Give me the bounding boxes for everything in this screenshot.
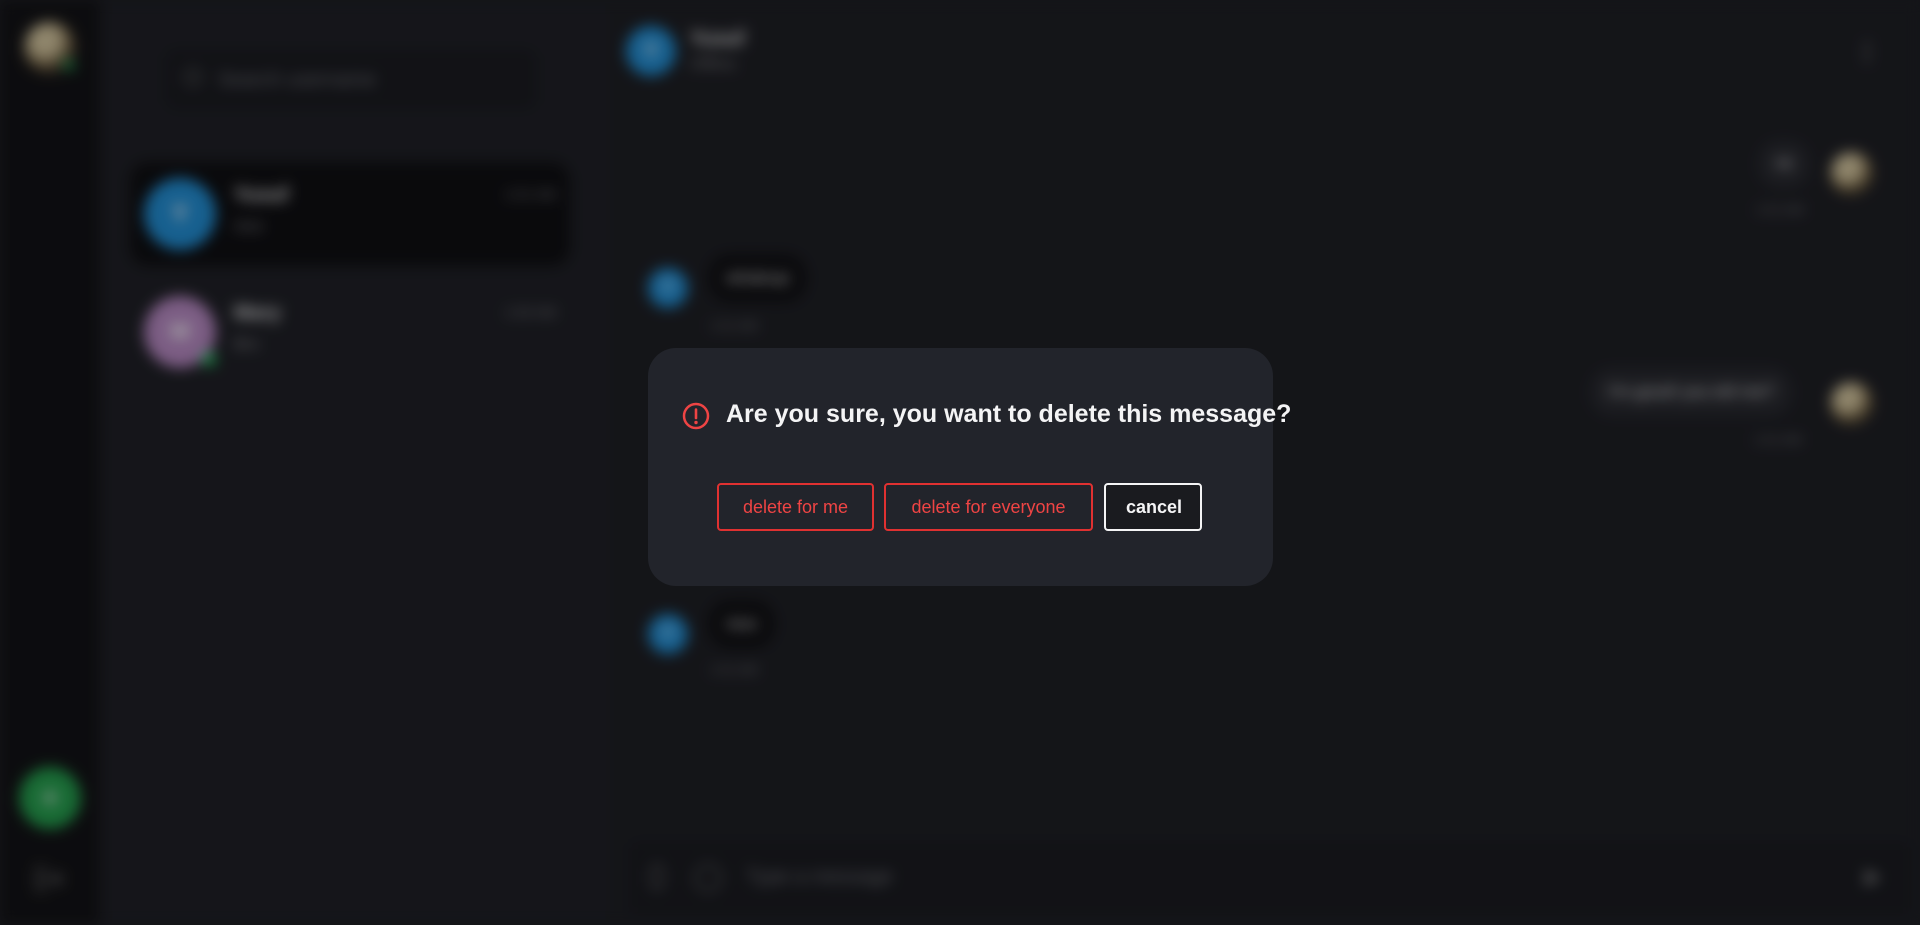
cancel-button[interactable]: cancel [1104, 483, 1202, 531]
alert-circle-icon [682, 402, 710, 430]
delete-for-everyone-button[interactable]: delete for everyone [884, 483, 1093, 531]
delete-confirm-dialog: Are you sure, you want to delete this me… [648, 348, 1291, 586]
delete-for-me-button[interactable]: delete for me [717, 483, 874, 531]
dialog-question: Are you sure, you want to delete this me… [726, 400, 1292, 428]
